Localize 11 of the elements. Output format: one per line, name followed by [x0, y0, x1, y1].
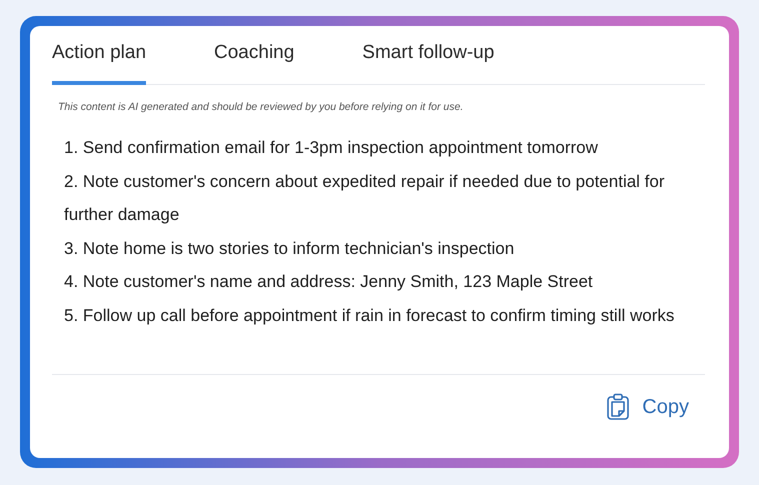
action-item: 4. Note customer's name and address: Jenny Smith, 123 Maple Street: [64, 271, 594, 293]
disclaimer-text: This content is AI generated and should be reviewed by you before relying on it for use.: [58, 101, 464, 113]
action-item: 3. Note home is two stories to inform technician's inspection: [64, 238, 516, 260]
action-item: 1. Send confirmation email for 1-3pm inspection appointment tomorrow: [64, 137, 599, 159]
tab[interactable]: Smart follow-up: [362, 42, 494, 85]
clipboard-icon: [606, 393, 630, 421]
action-item: 2. Note customer's concern about expedited repair if needed due to potential for further damage: [64, 170, 666, 226]
tab[interactable]: Coaching: [214, 42, 294, 85]
copy-button[interactable]: Copy: [600, 391, 695, 423]
action-item: 5. Follow up call before appointment if rain in forecast to confirm timing still works: [64, 304, 676, 326]
tab[interactable]: Action plan: [52, 42, 146, 85]
